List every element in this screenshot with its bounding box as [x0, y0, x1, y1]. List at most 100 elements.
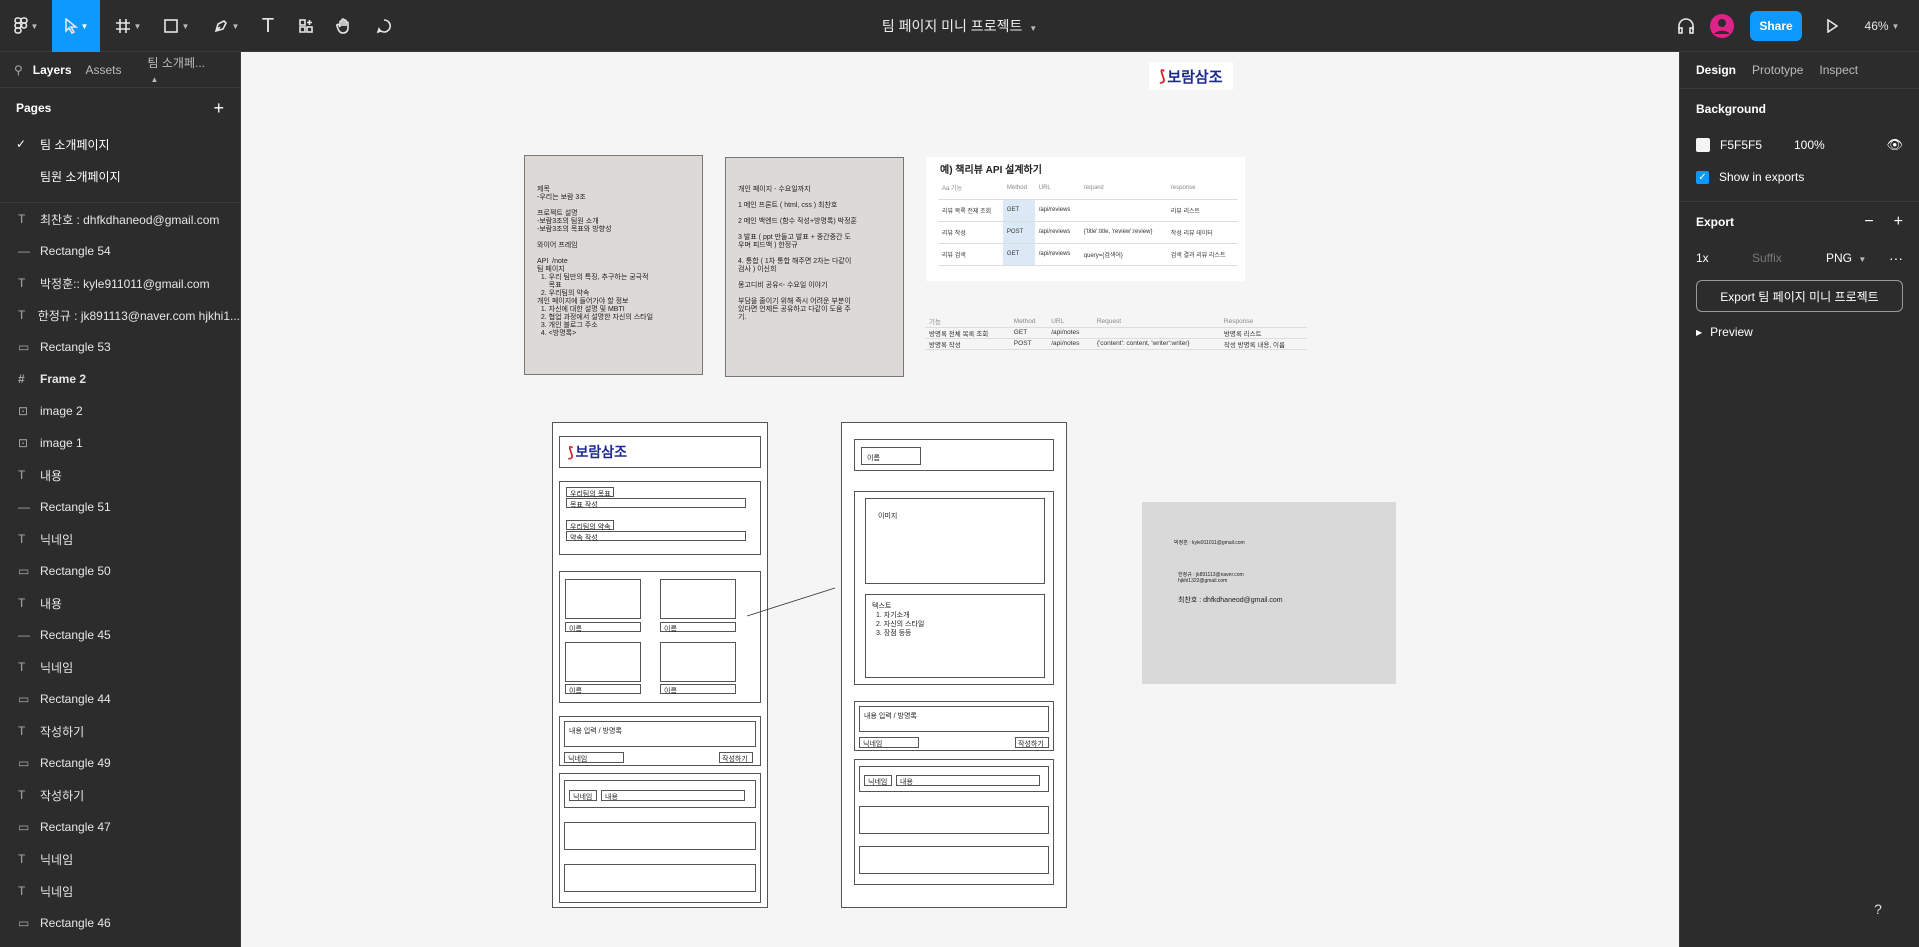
table-header-row: 기능 Method URL Request Response — [925, 316, 1307, 328]
wf2-image-label: 이미지 — [878, 513, 898, 520]
layer-item[interactable]: T 작성하기 — [0, 715, 240, 747]
layer-item[interactable]: ⊡ image 2 — [0, 395, 240, 427]
layer-item[interactable]: — Rectangle 51 — [0, 491, 240, 523]
wf1-member-photo — [660, 642, 736, 682]
add-export-icon[interactable]: + — [1894, 213, 1903, 230]
wireframe-member-page[interactable]: 이름 이미지 텍스트 1. 자기소개 2. 자신의 스타일 3. 장점 등등 내… — [841, 422, 1067, 908]
tab-design[interactable]: Design — [1696, 63, 1736, 77]
table-cell: /api/reviews — [1034, 243, 1080, 266]
show-in-exports-label: Show in exports — [1719, 170, 1805, 184]
layer-item[interactable]: T 닉네임 — [0, 875, 240, 907]
wf1-member-photo — [565, 579, 641, 619]
layer-label: 내용 — [40, 596, 63, 611]
layers-panel: ⚲ Layers Assets 팀 소개페... ▲ Pages + ✓ 팀 소개… — [0, 52, 241, 947]
move-tool-button[interactable]: ▼ — [52, 0, 100, 52]
tab-prototype[interactable]: Prototype — [1752, 63, 1803, 77]
tab-inspect[interactable]: Inspect — [1819, 63, 1858, 77]
layer-item[interactable]: ▭ Rectangle 50 — [0, 555, 240, 587]
pen-tool-button[interactable]: ▼ — [206, 0, 246, 52]
layer-item[interactable]: ▭ Rectangle 47 — [0, 811, 240, 843]
export-scale-select[interactable]: 1x — [1696, 251, 1752, 265]
table-header-cell: URL — [1047, 316, 1093, 328]
layer-item[interactable]: T 내용 — [0, 587, 240, 619]
headphones-icon — [1678, 18, 1694, 34]
wf1-write-button: 작성하기 — [722, 756, 748, 763]
background-hex-input[interactable]: F5F5F5 — [1720, 138, 1794, 152]
main-menu-button[interactable]: ▼ — [8, 0, 44, 52]
text-tool-button[interactable]: T — [252, 0, 284, 52]
user-avatar[interactable] — [1708, 0, 1736, 52]
table-cell: GET — [1002, 243, 1035, 266]
sticky-note-roles[interactable]: 개인 페이지 - 수요일까지 1 메인 프론트 ( html, css ) 최찬… — [725, 157, 904, 377]
add-page-icon[interactable]: + — [213, 98, 224, 119]
export-suffix-input[interactable]: Suffix — [1752, 251, 1826, 265]
pages-header: Pages + — [0, 88, 240, 128]
audio-button[interactable] — [1672, 0, 1700, 52]
layer-item[interactable]: T 닉네임 — [0, 843, 240, 875]
frame-tool-button[interactable]: ▼ — [108, 0, 148, 52]
layer-item[interactable]: # Frame 2 — [0, 363, 240, 395]
search-icon[interactable]: ⚲ — [14, 63, 23, 77]
layer-item[interactable]: T 닉네임 — [0, 523, 240, 555]
layer-item[interactable]: T 박정훈:: kyle911011@gmail.com — [0, 267, 240, 299]
layer-item[interactable]: ⊡ image 1 — [0, 427, 240, 459]
text-layer-icon: T — [18, 532, 26, 546]
sticky-note-plan[interactable]: 제목 -우리는 보람 3조 프로젝트 설명 -보람3조의 팀원 소개 -보람3조… — [524, 155, 703, 375]
logo-image[interactable]: ⟆ 보람삼조 — [1149, 62, 1233, 90]
file-title-button[interactable]: 팀 페이지 미니 프로젝트 ▼ — [882, 16, 1037, 36]
layer-label: 한정규 : jk891113@naver.com hjkhi1... — [37, 308, 240, 323]
rect-layer-icon: ▭ — [18, 820, 30, 834]
present-button[interactable] — [1820, 0, 1844, 52]
layer-item[interactable]: ▭ Rectangle 49 — [0, 747, 240, 779]
comment-tool-button[interactable] — [368, 0, 400, 52]
contacts-rectangle[interactable]: 박정훈 : kyle911011@gmail.com 한정규 : jk89111… — [1142, 502, 1396, 684]
guestbook-api-table[interactable]: 기능 Method URL Request Response 방명록 전체 목록 조회 GE… — [925, 316, 1307, 350]
layer-item[interactable]: ▭ Rectangle 53 — [0, 331, 240, 363]
export-format-select[interactable]: PNG ▼ — [1826, 251, 1889, 265]
wireframe-team-page[interactable]: ⟆ 보람삼조 우리팀의 목표 목표 작성 우리팀의 약속 약속 작성 이름 이름 … — [552, 422, 768, 908]
wf1-member-name: 이름 — [569, 688, 582, 695]
zoom-control[interactable]: 46% ▼ — [1854, 0, 1910, 52]
tab-layers[interactable]: Layers — [33, 63, 72, 77]
export-button[interactable]: Export 팀 페이지 미니 프로젝트 — [1696, 280, 1903, 312]
layer-item[interactable]: ▭ Rectangle 44 — [0, 683, 240, 715]
expand-caret-icon[interactable]: ▶ — [1696, 328, 1702, 337]
page-item-team-intro[interactable]: ✓ 팀 소개페이지 — [0, 128, 240, 160]
hand-tool-button[interactable] — [328, 0, 360, 52]
layer-item[interactable]: T 작성하기 — [0, 779, 240, 811]
background-swatch[interactable] — [1696, 138, 1710, 152]
layer-item[interactable]: — Rectangle 54 — [0, 235, 240, 267]
table-cell: /api/reviews — [1034, 221, 1080, 244]
preview-toggle[interactable]: Preview — [1710, 325, 1753, 339]
rect-layer-icon: ▭ — [18, 564, 30, 578]
background-opacity-input[interactable]: 100% — [1794, 138, 1886, 152]
layer-label: Rectangle 46 — [40, 916, 111, 930]
layer-item[interactable]: T 최찬호 : dhfkdhaneod@gmail.com — [0, 203, 240, 235]
wf1-entry-empty — [564, 822, 756, 850]
tab-assets[interactable]: Assets — [86, 63, 122, 77]
api-design-table[interactable]: 예) 책리뷰 API 설계하기 Aa 기능 Method URL request res… — [926, 157, 1245, 281]
share-button[interactable]: Share — [1750, 11, 1802, 41]
eye-icon[interactable]: 👁 — [1886, 137, 1903, 153]
layer-item[interactable]: ▭ Rectangle 46 — [0, 907, 240, 939]
wf1-promise-input: 약속 작성 — [570, 535, 598, 542]
page-item-member-intro[interactable]: 팀원 소개페이지 — [0, 160, 240, 192]
table-row: 방명록 작성 POST/api/notes {'content': content,… — [925, 338, 1307, 350]
layer-item[interactable]: T 내용 — [0, 459, 240, 491]
table-header-cell: Request — [1092, 316, 1220, 328]
components-button[interactable] — [290, 0, 322, 52]
api-table: Aa 기능 Method URL request response 리뷰 목록 전체 조회… — [938, 177, 1238, 266]
shape-tool-button[interactable]: ▼ — [156, 0, 196, 52]
layer-item[interactable]: T 한정규 : jk891113@naver.com hjkhi1... — [0, 299, 240, 331]
show-in-exports-checkbox[interactable]: ✓ — [1696, 170, 1709, 184]
help-button[interactable]: ? — [1862, 893, 1894, 925]
remove-export-icon[interactable]: − — [1864, 213, 1873, 230]
canvas[interactable]: ⟆ 보람삼조 제목 -우리는 보람 3조 프로젝트 설명 -보람3조의 팀원 소개… — [241, 52, 1679, 947]
layer-item[interactable]: — Rectangle 45 — [0, 619, 240, 651]
page-selector[interactable]: 팀 소개페... ▲ — [148, 54, 226, 85]
table-row: 리뷰 작성 POST/api/reviews {'title':title, 're… — [938, 221, 1238, 244]
page-label: 팀원 소개페이지 — [40, 169, 121, 184]
layer-label: 작성하기 — [40, 788, 85, 803]
layer-item[interactable]: T 닉네임 — [0, 651, 240, 683]
more-options-icon[interactable]: ··· — [1889, 250, 1903, 266]
